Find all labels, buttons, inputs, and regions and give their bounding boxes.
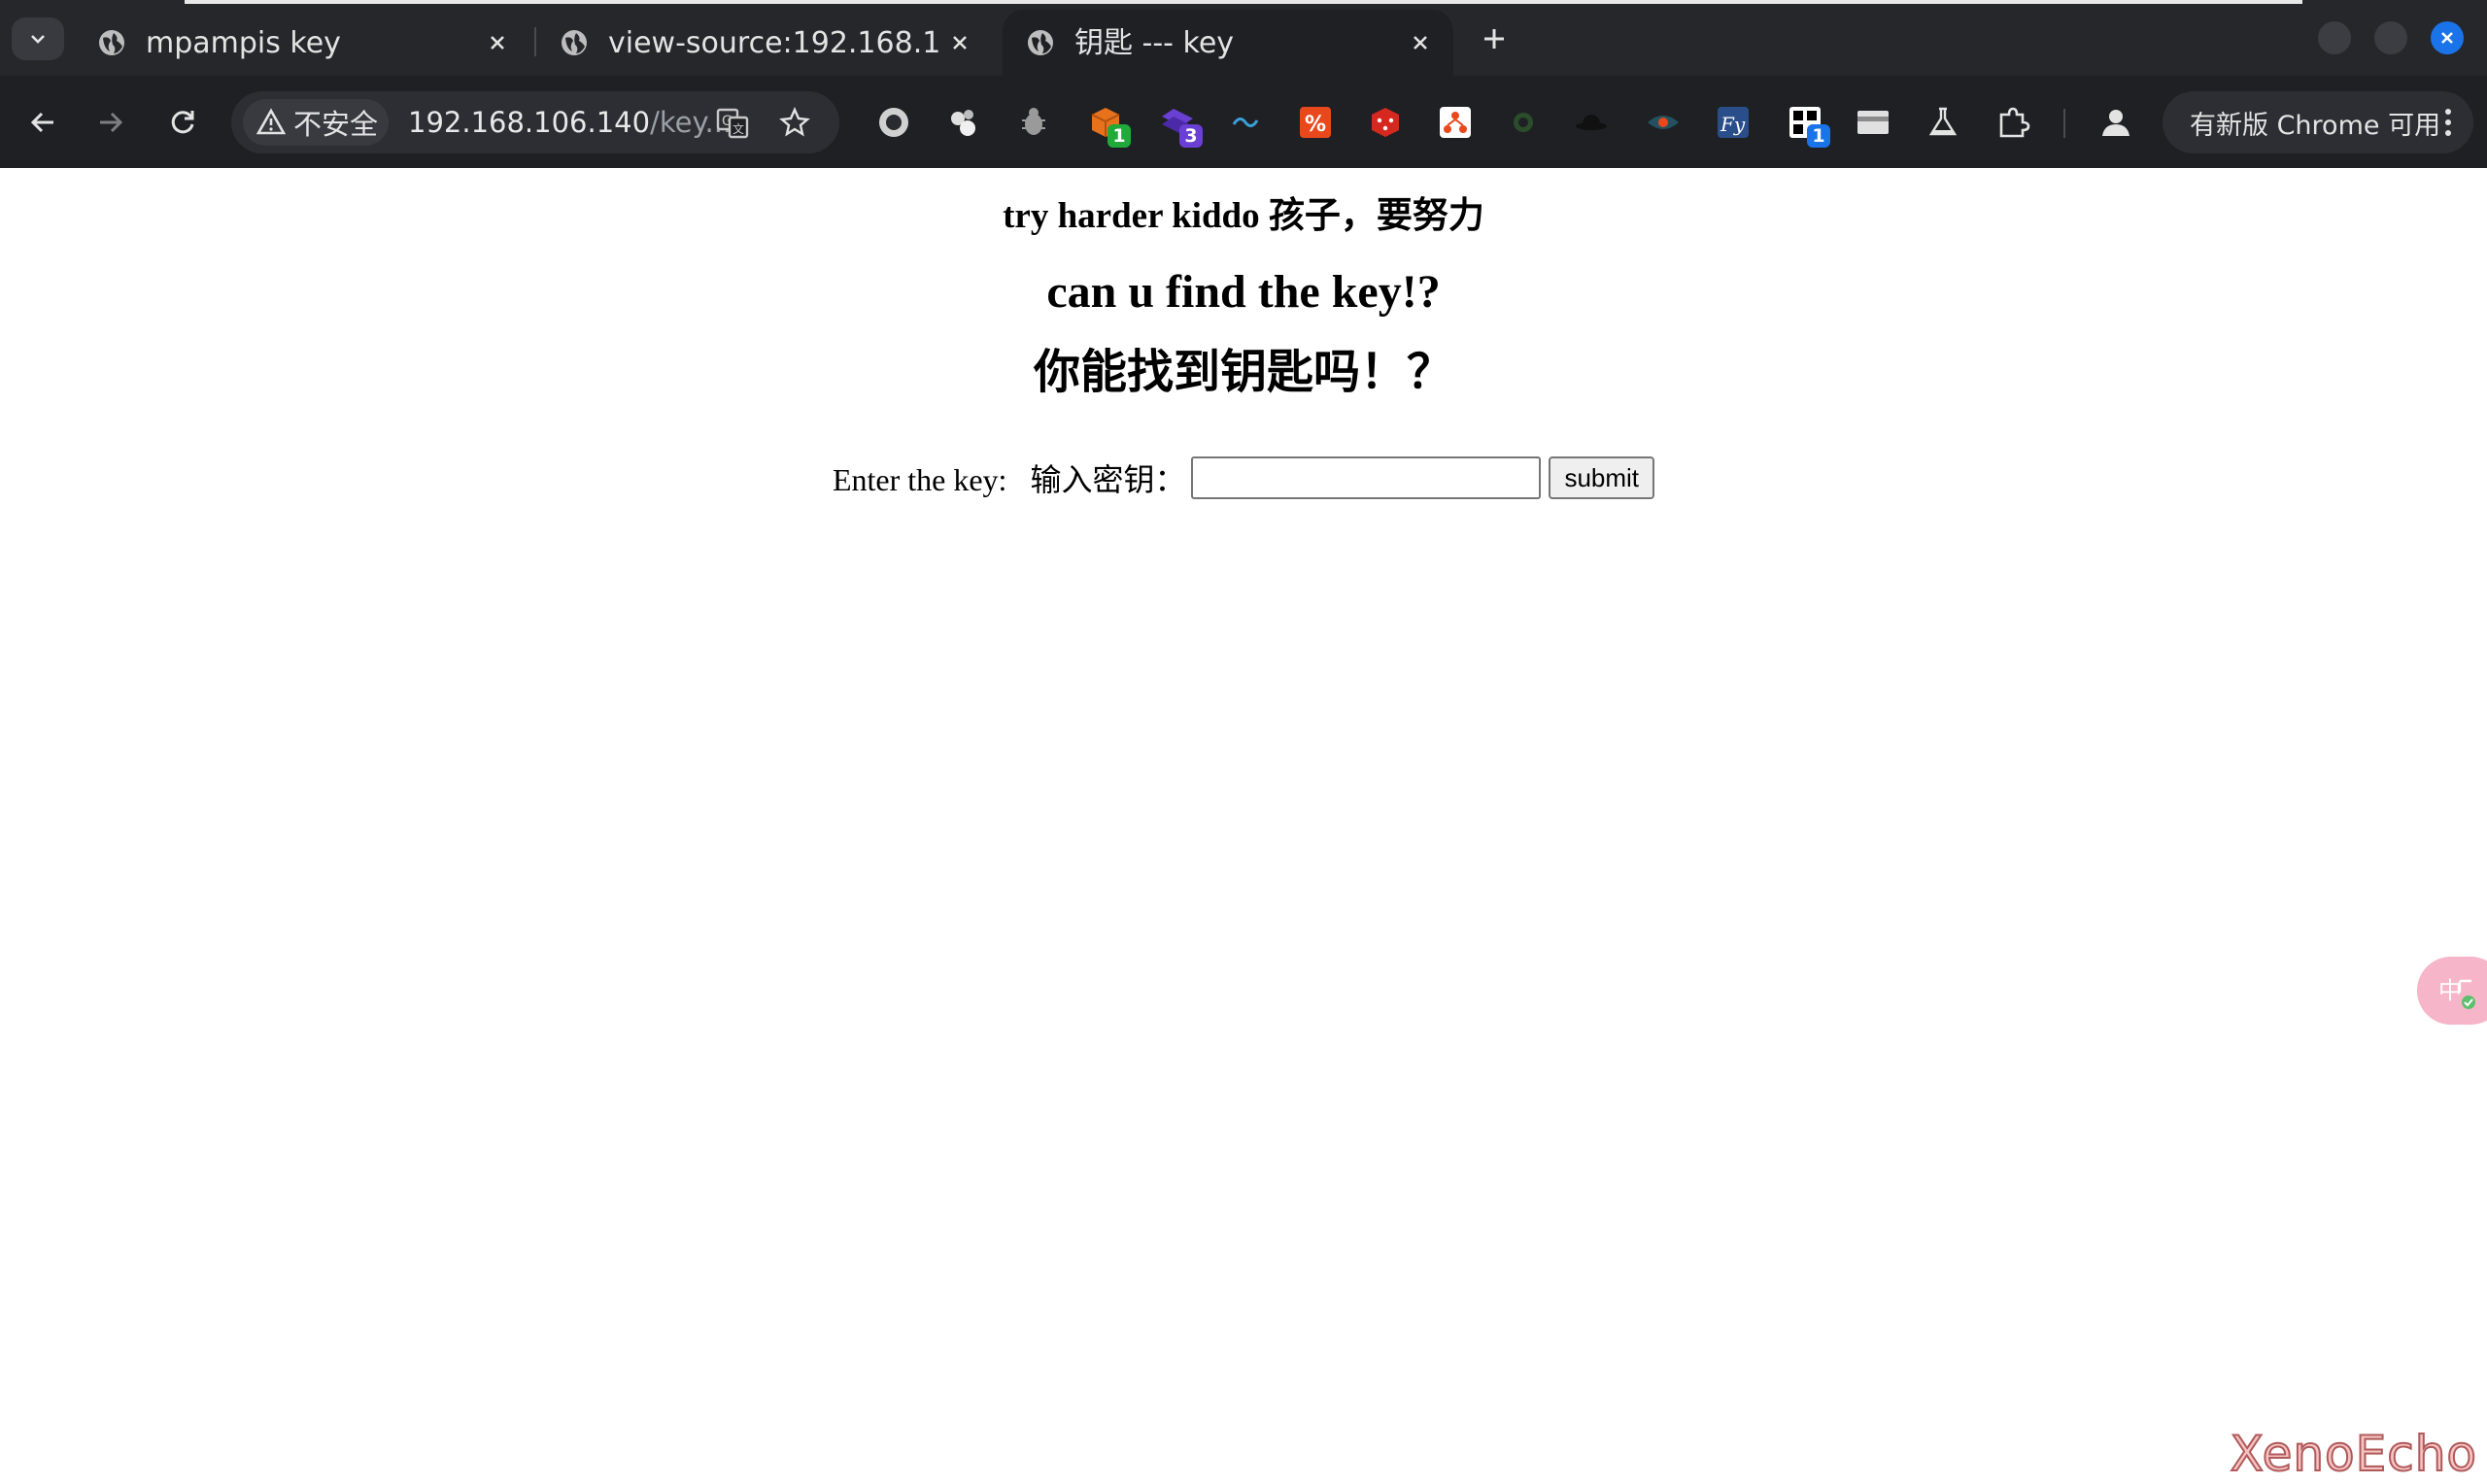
browser-toolbar: 不安全 192.168.106.140/key.... G文 1 3 % Fy …: [0, 76, 2487, 168]
key-label: Enter the key: 输入密钥：: [832, 462, 1186, 497]
tab-title: mpampis key: [146, 26, 341, 60]
translate-icon: G文: [716, 108, 749, 139]
tab-search-button[interactable]: [12, 17, 64, 60]
url-text[interactable]: 192.168.106.140/key....: [408, 105, 740, 140]
find-key-heading-cn: 你能找到钥匙吗！？: [1033, 347, 1453, 398]
back-button[interactable]: [21, 101, 64, 144]
close-icon[interactable]: [484, 29, 511, 56]
new-tab-button[interactable]: [1473, 17, 1516, 60]
wave-extension-icon[interactable]: [1226, 103, 1265, 142]
maximize-button[interactable]: [2374, 21, 2407, 54]
update-label: 有新版 Chrome 可用: [2190, 110, 2441, 141]
tab-view-source[interactable]: view-source:192.168.106: [536, 10, 993, 76]
url-host: 192.168.106.140: [408, 106, 651, 139]
svg-text:中: 中: [2438, 977, 2462, 1004]
security-label: 不安全: [293, 108, 379, 141]
bug-extension-icon[interactable]: [1014, 103, 1053, 142]
eye-extension-icon[interactable]: [1644, 103, 1683, 142]
browser-chrome: mpampis key view-source:192.168.106 钥匙 -…: [0, 0, 2487, 168]
reload-icon: [171, 111, 194, 134]
watermark-logo: XenoEcho: [2230, 1425, 2477, 1483]
plus-icon: [1484, 29, 1504, 49]
translate-button[interactable]: G文: [715, 105, 750, 140]
svg-text:%: %: [1305, 113, 1326, 137]
circle-extension-icon[interactable]: [874, 103, 913, 142]
minimize-button[interactable]: [2318, 21, 2351, 54]
percent-extension-icon[interactable]: %: [1296, 103, 1335, 142]
green-extension[interactable]: 1: [1086, 103, 1131, 148]
hat-extension-icon[interactable]: [1572, 103, 1611, 142]
globe-icon: [99, 30, 124, 55]
svg-text:文: 文: [732, 121, 744, 136]
tab-title: 钥匙 --- key: [1074, 26, 1235, 60]
tab-key-active[interactable]: 钥匙 --- key: [1003, 10, 1453, 76]
bookmark-button[interactable]: [777, 105, 812, 140]
bubbles-extension-icon[interactable]: [944, 103, 983, 142]
tab-mpampis-key[interactable]: mpampis key: [74, 10, 530, 76]
chevron-down-icon: [31, 35, 45, 44]
qr-extension[interactable]: 1: [1786, 103, 1830, 148]
extension-badge: 1: [1807, 124, 1830, 148]
svg-text:Fy: Fy: [1720, 113, 1746, 136]
translate-icon: 中: [2438, 977, 2475, 1009]
window-close-button[interactable]: [2431, 21, 2464, 54]
arrow-left-icon: [30, 112, 53, 133]
security-indicator[interactable]: 不安全: [243, 99, 389, 146]
fy-extension-icon[interactable]: Fy: [1714, 103, 1753, 142]
dot-extension-icon[interactable]: [1504, 103, 1543, 142]
warning-icon: [256, 108, 286, 135]
puzzle-icon[interactable]: [1993, 103, 2032, 142]
star-icon: [779, 107, 810, 137]
extension-badge: 3: [1179, 124, 1203, 148]
chrome-update-button[interactable]: 有新版 Chrome 可用: [2163, 91, 2473, 153]
tree-extension-icon[interactable]: [1436, 103, 1475, 142]
more-vert-icon[interactable]: [2442, 107, 2454, 138]
submit-button[interactable]: submit: [1549, 456, 1655, 499]
tab-strip: mpampis key view-source:192.168.106 钥匙 -…: [0, 0, 2487, 76]
reload-button[interactable]: [161, 101, 204, 144]
floating-translate-button[interactable]: 中: [2417, 957, 2487, 1025]
close-icon[interactable]: [1407, 29, 1434, 56]
extension-badge: 1: [1107, 124, 1131, 148]
card-extension-icon[interactable]: [1854, 103, 1892, 142]
globe-icon: [562, 30, 587, 55]
forward-button[interactable]: [89, 101, 132, 144]
loading-bar: [185, 0, 2302, 4]
flask-extension-icon[interactable]: [1924, 103, 1962, 142]
key-form: Enter the key: 输入密钥： submit: [0, 455, 2487, 500]
close-icon: [2441, 32, 2453, 44]
globe-icon: [1028, 30, 1053, 55]
page-content: try harder kiddo 孩子，要努力 can u find the k…: [0, 168, 2487, 1484]
purple-extension[interactable]: 3: [1158, 103, 1203, 148]
dice-extension-icon[interactable]: [1366, 103, 1405, 142]
toolbar-divider: [2063, 109, 2065, 138]
address-bar[interactable]: 不安全 192.168.106.140/key.... G文: [231, 91, 839, 153]
find-key-heading: can u find the key!?: [1046, 266, 1441, 318]
tab-title: view-source:192.168.106: [608, 26, 938, 60]
key-input[interactable]: [1191, 456, 1542, 499]
profile-icon[interactable]: [2096, 103, 2135, 142]
close-icon[interactable]: [946, 29, 973, 56]
try-harder-heading: try harder kiddo 孩子，要努力: [1003, 196, 1484, 236]
arrow-right-icon: [100, 112, 123, 133]
